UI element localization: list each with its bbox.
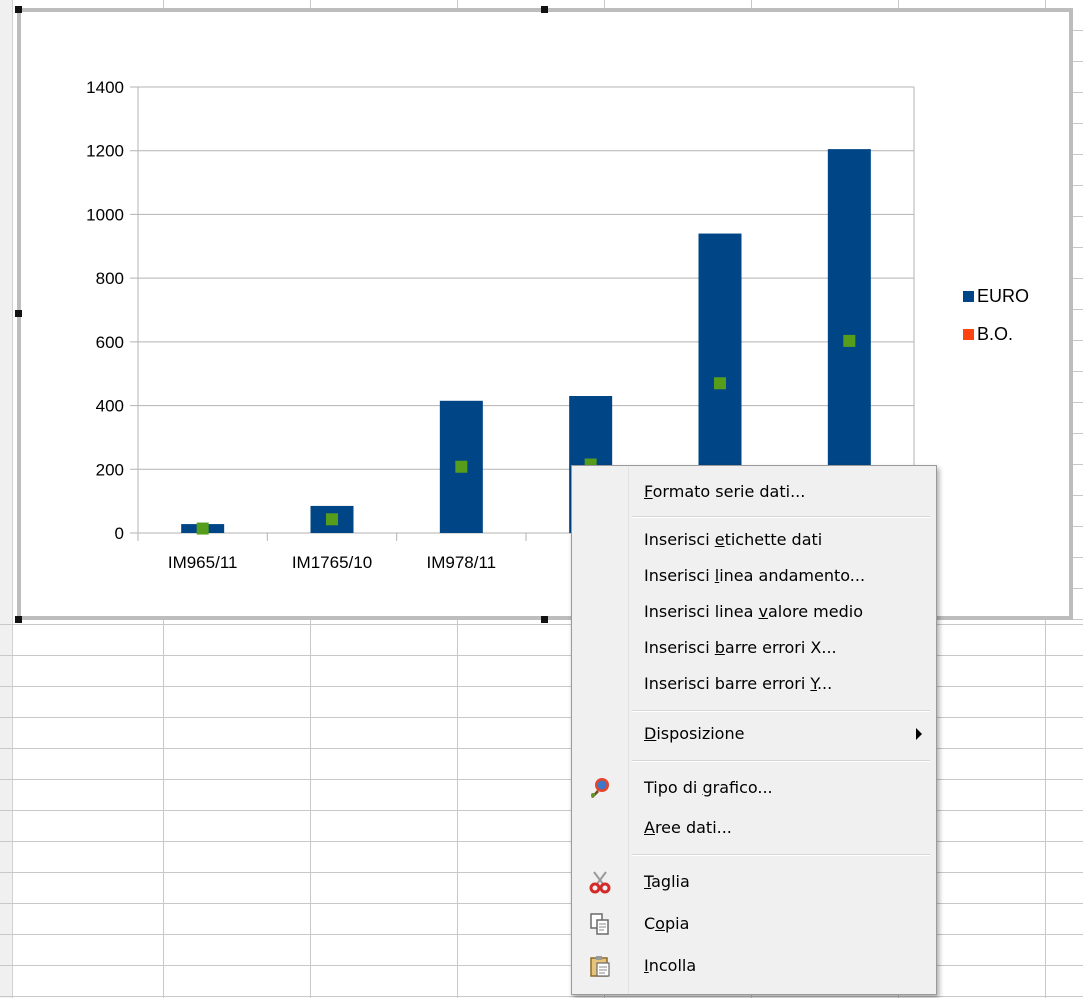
menu-separator — [632, 854, 930, 856]
menu-item-label: Inserisci etichette dati — [644, 530, 823, 549]
submenu-arrow-icon — [916, 728, 922, 740]
y-tick-label: 1400 — [86, 78, 124, 97]
menu-item-insert-mean-value-line[interactable]: Inserisci linea valore medio — [572, 596, 936, 628]
selection-handle-bottom-middle[interactable] — [541, 616, 548, 623]
y-tick-label: 400 — [96, 397, 124, 416]
row-header-strip — [0, 0, 13, 998]
marker-bo — [196, 522, 209, 535]
menu-separator — [632, 710, 930, 712]
menu-item-copy[interactable]: Copia — [572, 908, 936, 940]
row-gridline — [1073, 123, 1083, 124]
menu-item-arrangement[interactable]: Disposizione — [572, 718, 936, 750]
menu-item-paste[interactable]: Incolla — [572, 950, 936, 982]
marker-bo — [326, 513, 338, 526]
y-tick-label: 600 — [96, 333, 124, 352]
menu-item-label: Copia — [644, 914, 690, 933]
row-gridline — [1073, 185, 1083, 186]
menu-item-insert-data-labels[interactable]: Inserisci etichette dati — [572, 524, 936, 556]
row-gridline — [1073, 309, 1083, 310]
menu-item-label: Inserisci linea andamento... — [644, 566, 866, 585]
menu-item-label: Inserisci linea valore medio — [644, 602, 863, 621]
menu-item-label: Formato serie dati... — [644, 482, 806, 501]
row-gridline — [1073, 340, 1083, 341]
marker-bo — [843, 334, 856, 347]
scissors-icon — [588, 870, 612, 894]
chart-type-icon — [588, 776, 612, 800]
row-gridline — [1073, 278, 1083, 279]
menu-item-format-data-series[interactable]: Formato serie dati... — [572, 476, 936, 508]
selection-handle-middle-left[interactable] — [15, 310, 22, 317]
x-tick-label: IM1765/10 — [292, 553, 372, 572]
menu-separator — [632, 760, 930, 762]
row-gridline — [1073, 216, 1083, 217]
copy-icon — [588, 912, 612, 936]
menu-item-label: Inserisci barre errori X... — [644, 638, 837, 657]
menu-separator — [632, 516, 930, 518]
menu-item-insert-x-error-bars[interactable]: Inserisci barre errori X... — [572, 632, 936, 664]
legend-label: EURO — [977, 286, 1029, 306]
y-tick-label: 1200 — [86, 142, 124, 161]
row-gridline — [1073, 526, 1083, 527]
row-gridline — [1073, 154, 1083, 155]
menu-item-insert-trend-line[interactable]: Inserisci linea andamento... — [572, 560, 936, 592]
row-gridline — [1073, 402, 1083, 403]
menu-item-cut[interactable]: Taglia — [572, 866, 936, 898]
row-gridline — [1073, 464, 1083, 465]
selection-handle-bottom-left[interactable] — [15, 616, 22, 623]
menu-item-insert-y-error-bars[interactable]: Inserisci barre errori Y... — [572, 668, 936, 700]
row-gridline — [1073, 247, 1083, 248]
menu-item-label: Incolla — [644, 956, 697, 975]
y-tick-label: 200 — [96, 460, 124, 479]
row-gridline — [0, 996, 1083, 997]
row-gridline — [1073, 371, 1083, 372]
row-gridline — [1073, 588, 1083, 589]
menu-item-chart-type[interactable]: Tipo di grafico... — [572, 772, 936, 804]
menu-item-data-ranges[interactable]: Aree dati... — [572, 812, 936, 844]
y-tick-label: 1000 — [86, 205, 124, 224]
row-gridline — [1073, 92, 1083, 93]
legend-swatch — [963, 329, 974, 340]
row-gridline — [1073, 557, 1083, 558]
menu-item-label: Taglia — [644, 872, 690, 891]
y-tick-label: 800 — [96, 269, 124, 288]
x-tick-label: IM965/11 — [168, 553, 238, 572]
marker-bo — [714, 377, 726, 390]
legend-swatch — [963, 291, 974, 302]
selection-handle-top-left[interactable] — [15, 6, 22, 13]
marker-bo — [455, 460, 468, 473]
selection-handle-top-middle[interactable] — [541, 6, 548, 13]
menu-item-label: Inserisci barre errori Y... — [644, 674, 833, 693]
x-tick-label: IM978/11 — [427, 553, 497, 572]
row-gridline — [1073, 61, 1083, 62]
row-gridline — [1073, 433, 1083, 434]
menu-item-label: Disposizione — [644, 724, 745, 743]
menu-item-label: Aree dati... — [644, 818, 732, 837]
y-tick-label: 0 — [115, 524, 124, 543]
context-menu: Formato serie dati... Inserisci etichett… — [571, 465, 937, 995]
menu-item-label: Tipo di grafico... — [644, 778, 773, 797]
legend-label: B.O. — [977, 324, 1013, 344]
paste-icon — [588, 954, 612, 978]
row-gridline — [1073, 619, 1083, 620]
row-gridline — [1073, 30, 1083, 31]
row-gridline — [1073, 495, 1083, 496]
